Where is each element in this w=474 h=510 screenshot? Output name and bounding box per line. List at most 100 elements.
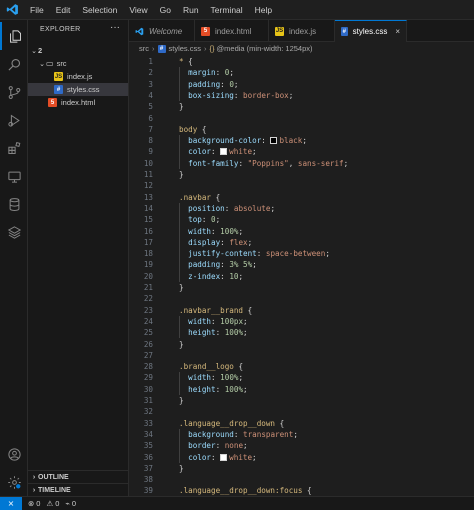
menu-item-run[interactable]: Run xyxy=(177,0,205,20)
remote-explorer-icon[interactable] xyxy=(0,162,28,190)
code-line: 37} xyxy=(129,463,474,474)
errors-indicator[interactable]: ⊗ 0 xyxy=(28,499,40,508)
chevron-down-icon: ⌄ xyxy=(31,47,37,55)
code-token: flex xyxy=(229,237,248,247)
code-token: ; xyxy=(243,441,248,451)
line-number: 12 xyxy=(143,181,153,191)
line-number: 8 xyxy=(148,136,153,146)
tab-index-js[interactable]: JS index.js xyxy=(269,20,335,42)
tab-index-html[interactable]: 5 index.html xyxy=(195,20,269,42)
code-token: } xyxy=(179,463,184,473)
extensions-icon[interactable] xyxy=(0,134,28,162)
tree-file-index-js[interactable]: JS index.js xyxy=(28,70,128,83)
symbol-brace-icon: {} xyxy=(209,44,215,53)
code-line: 33 .language__drop__down { xyxy=(129,418,474,429)
code-text: .language__drop__down:focus { xyxy=(179,485,312,496)
account-icon[interactable] xyxy=(0,440,28,468)
ports-indicator[interactable]: ⌁ 0 xyxy=(65,499,76,508)
code-token: margin xyxy=(179,68,216,78)
indent-guide xyxy=(179,67,180,102)
layers-icon[interactable] xyxy=(0,218,28,246)
run-debug-icon[interactable] xyxy=(0,106,28,134)
timeline-section[interactable]: › TIMELINE xyxy=(28,483,128,496)
warnings-indicator[interactable]: ⚠ 0 xyxy=(46,499,59,508)
code-text: .navbar__brand { xyxy=(179,305,252,316)
tree-file-index-html[interactable]: 5 index.html xyxy=(28,96,128,109)
code-line: 3 padding: 0; xyxy=(129,79,474,90)
tree-root-folder[interactable]: ⌄ 2 xyxy=(28,44,128,57)
breadcrumb-file[interactable]: styles.css xyxy=(169,44,202,53)
menu-item-selection[interactable]: Selection xyxy=(76,0,123,20)
code-text: padding: 3% 5%; xyxy=(179,259,257,270)
tab-label: styles.css xyxy=(352,27,388,36)
code-token: ; xyxy=(243,328,248,338)
line-number: 35 xyxy=(143,441,153,451)
code-token: : xyxy=(261,136,271,146)
html-file-icon: 5 xyxy=(201,26,210,36)
explorer-icon[interactable] xyxy=(0,22,28,50)
code-line: 8 background-color: black; xyxy=(129,135,474,146)
code-token: : xyxy=(211,316,221,326)
line-number: 2 xyxy=(148,68,153,78)
code-editor[interactable]: 1 * {2 margin: 0; 3 padding: 0; 4 box-sizin… xyxy=(129,55,474,496)
code-token: : xyxy=(220,79,230,89)
code-text: top: 0; xyxy=(179,214,220,225)
code-text: background-color: black; xyxy=(179,135,307,146)
code-token: height xyxy=(179,384,216,394)
menu-item-go[interactable]: Go xyxy=(154,0,177,20)
tree-file-styles-css[interactable]: # styles.css xyxy=(28,83,128,96)
database-icon[interactable] xyxy=(0,190,28,218)
code-token: 100 xyxy=(220,226,234,236)
code-token: ; xyxy=(247,237,253,247)
close-icon[interactable]: × xyxy=(395,27,400,36)
line-number: 1 xyxy=(148,57,153,66)
code-line: 2 margin: 0; xyxy=(129,67,474,78)
menu-item-edit[interactable]: Edit xyxy=(50,0,77,20)
breadcrumb-folder[interactable]: src xyxy=(139,44,149,53)
code-token: ; xyxy=(238,271,244,281)
code-token: ; xyxy=(252,147,257,157)
color-swatch[interactable] xyxy=(220,148,228,156)
settings-gear-icon[interactable] xyxy=(0,468,28,496)
tab-welcome[interactable]: Welcome xyxy=(129,20,195,42)
code-line: 21} xyxy=(129,282,474,293)
menu-item-help[interactable]: Help xyxy=(249,0,278,20)
code-token: display xyxy=(179,237,221,247)
css-file-icon: # xyxy=(157,44,166,53)
search-icon[interactable] xyxy=(0,50,28,78)
menu-item-terminal[interactable]: Terminal xyxy=(205,0,249,20)
line-number: 19 xyxy=(143,260,153,270)
warning-icon: ⚠ xyxy=(46,499,54,508)
code-line: 22 xyxy=(129,293,474,304)
code-text: height: 100%; xyxy=(179,384,247,395)
line-number: 31 xyxy=(143,396,153,405)
code-token: ; xyxy=(229,68,234,78)
menu-item-file[interactable]: File xyxy=(24,0,50,20)
code-line: 11} xyxy=(129,169,474,180)
line-number: 38 xyxy=(143,475,153,485)
code-token: ; xyxy=(238,226,244,236)
code-token: : xyxy=(238,158,248,168)
source-control-icon[interactable] xyxy=(0,78,28,106)
tab-styles-css[interactable]: # styles.css × xyxy=(335,20,407,42)
color-swatch[interactable] xyxy=(270,137,278,145)
code-text: .brand__logo { xyxy=(179,361,243,372)
remote-indicator-icon[interactable]: ⨯ xyxy=(0,496,22,510)
code-line: 35 border: none; xyxy=(129,440,474,451)
outline-section[interactable]: › OUTLINE xyxy=(28,470,128,483)
indent-guide xyxy=(179,315,180,339)
line-number: 21 xyxy=(143,283,153,292)
line-number: 26 xyxy=(143,339,153,349)
code-line: 15 top: 0; xyxy=(129,214,474,225)
color-swatch[interactable] xyxy=(220,453,228,461)
menu-item-view[interactable]: View xyxy=(123,0,153,20)
more-actions-icon[interactable]: ··· xyxy=(110,22,120,33)
code-line: 27 xyxy=(129,350,474,361)
indent-guide xyxy=(179,135,180,169)
breadcrumb-symbol[interactable]: @media (min-width: 1254px) xyxy=(217,44,313,53)
tree-folder-src[interactable]: ⌄ ▭ src xyxy=(28,57,128,70)
code-token: sans-serif xyxy=(297,158,344,168)
code-token: : xyxy=(215,68,225,78)
line-number: 13 xyxy=(143,192,153,202)
code-token: .brand__logo xyxy=(179,362,239,372)
